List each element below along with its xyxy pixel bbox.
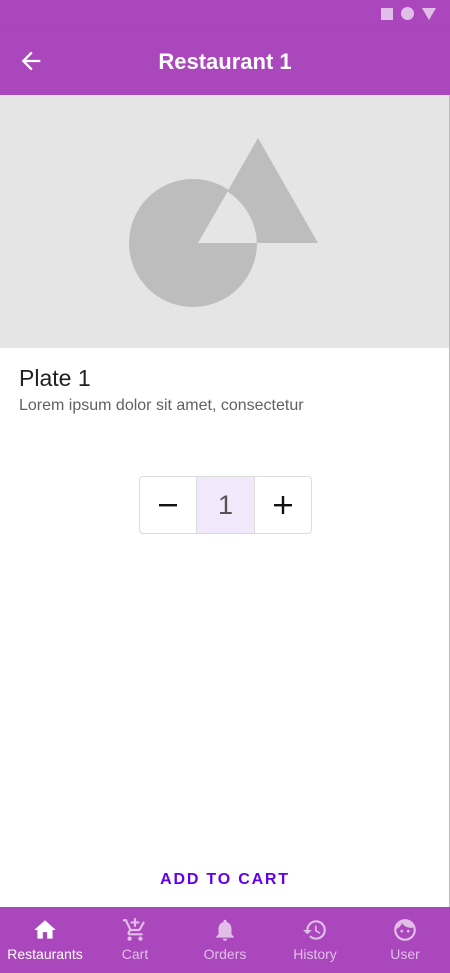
status-icons xyxy=(381,7,436,20)
add-to-cart-button[interactable]: ADD TO CART xyxy=(0,871,450,889)
triangle-icon xyxy=(422,7,436,20)
quantity-value[interactable]: 1 xyxy=(195,477,256,533)
nav-item-cart[interactable]: Cart xyxy=(90,907,180,973)
home-icon xyxy=(34,920,56,939)
plate-name: Plate 1 xyxy=(19,365,91,391)
nav-label: Cart xyxy=(121,946,149,962)
decrement-button[interactable] xyxy=(140,477,196,533)
plus-icon xyxy=(274,496,293,514)
cart-add-icon xyxy=(123,918,145,941)
app-bar: Restaurant 1 xyxy=(0,28,450,95)
minus-icon xyxy=(158,504,177,507)
image-placeholder-icon xyxy=(129,138,318,307)
increment-button[interactable] xyxy=(255,477,311,533)
nav-label: Orders xyxy=(203,946,247,962)
nav-item-orders[interactable]: Orders xyxy=(180,907,270,973)
circle-icon xyxy=(401,7,414,20)
nav-label: User xyxy=(390,946,420,962)
nav-item-restaurants[interactable]: Restaurants xyxy=(0,907,90,973)
square-icon xyxy=(381,7,393,20)
nav-label: Restaurants xyxy=(7,946,83,962)
quantity-stepper: 1 xyxy=(139,476,312,534)
nav-item-history[interactable]: History xyxy=(270,907,360,973)
bell-icon xyxy=(216,919,234,941)
page-title: Restaurant 1 xyxy=(158,49,292,74)
plate-image-placeholder xyxy=(0,95,449,348)
status-bar xyxy=(0,0,450,28)
plate-description: Lorem ipsum dolor sit amet, consectetur xyxy=(19,397,304,414)
history-icon xyxy=(303,920,326,940)
face-icon xyxy=(394,919,416,941)
nav-label: History xyxy=(293,946,337,962)
nav-item-user[interactable]: User xyxy=(360,907,450,973)
bottom-nav: Restaurants Cart Orders History User xyxy=(0,907,450,973)
